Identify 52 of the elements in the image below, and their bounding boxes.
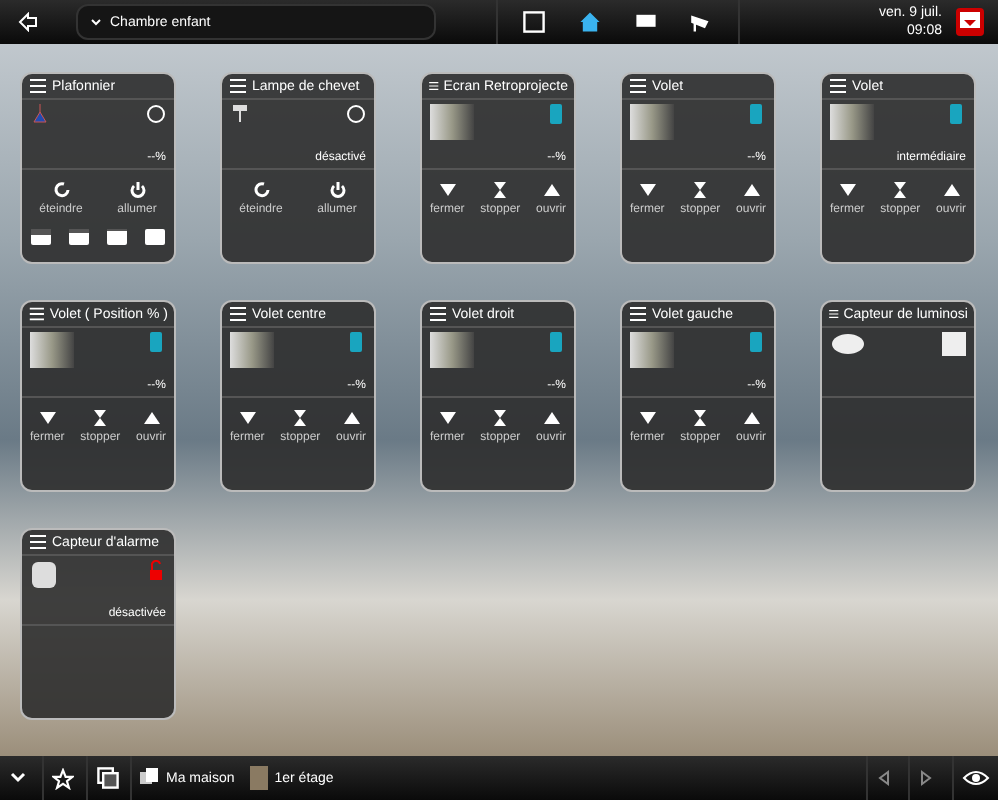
shutter-thumbnail (30, 332, 74, 368)
up-triangle-icon (341, 408, 362, 428)
refresh-icon (251, 180, 271, 200)
chevron-down-icon (90, 16, 102, 28)
up-triangle-icon (741, 180, 762, 200)
scene-icon[interactable] (144, 228, 166, 246)
up-triangle-icon (541, 180, 562, 200)
right-triangle-icon (918, 770, 934, 786)
star-icon (52, 767, 74, 789)
hourglass-icon (290, 408, 311, 428)
shutter-thumbnail (230, 332, 274, 368)
refresh-icon (51, 180, 71, 200)
hourglass-icon (490, 180, 511, 200)
left-triangle-icon (876, 770, 892, 786)
hourglass-icon (690, 408, 711, 428)
circle-icon (346, 104, 366, 124)
hourglass-icon (490, 408, 511, 428)
up-triangle-icon (141, 408, 162, 428)
power-icon (127, 180, 147, 200)
home-icon (140, 768, 160, 788)
down-triangle-icon (637, 180, 658, 200)
down-triangle-icon (637, 408, 658, 428)
hourglass-icon (690, 180, 711, 200)
down-triangle-icon (237, 408, 258, 428)
down-triangle-icon (37, 408, 58, 428)
square-icon (942, 332, 966, 356)
scene-icon[interactable] (30, 228, 52, 246)
down-triangle-icon (437, 180, 458, 200)
floor-thumbnail (250, 766, 269, 790)
shutter-thumbnail (630, 332, 674, 368)
shutter-thumbnail (430, 104, 474, 140)
eye-icon (962, 768, 990, 788)
down-triangle-icon (837, 180, 858, 200)
power-icon (327, 180, 347, 200)
up-triangle-icon (541, 408, 562, 428)
shutter-thumbnail (630, 104, 674, 140)
chevron-down-icon (8, 768, 28, 788)
circle-icon (146, 104, 166, 124)
hourglass-icon (90, 408, 111, 428)
hourglass-icon (890, 180, 911, 200)
shutter-thumbnail (830, 104, 874, 140)
lamp-icon (30, 104, 50, 124)
menu-button[interactable] (954, 6, 986, 38)
down-triangle-icon (437, 408, 458, 428)
previous-button[interactable] (866, 756, 910, 800)
scene-icon[interactable] (106, 228, 128, 246)
scene-icon[interactable] (68, 228, 90, 246)
up-triangle-icon (741, 408, 762, 428)
devices-icon (96, 766, 120, 790)
shutter-thumbnail (430, 332, 474, 368)
up-triangle-icon (941, 180, 962, 200)
padlock-icon (146, 560, 166, 580)
